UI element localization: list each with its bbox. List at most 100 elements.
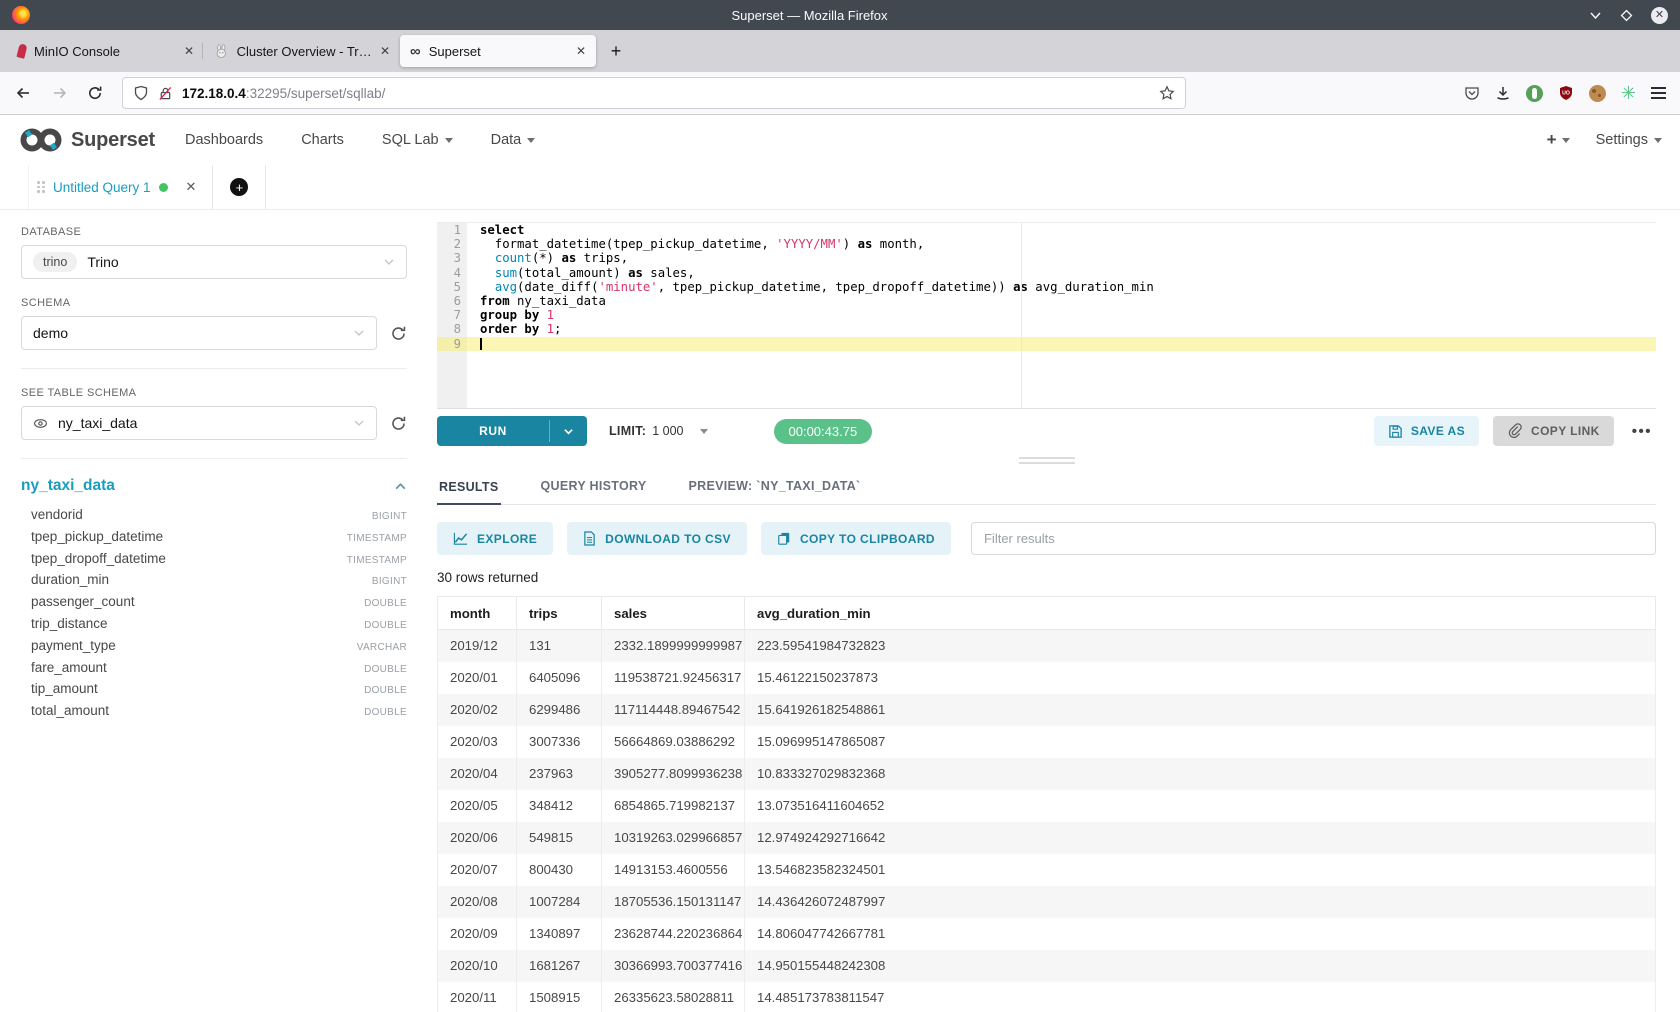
superset-logo[interactable]: Superset: [18, 126, 155, 154]
column-header-avg_duration_min[interactable]: avg_duration_min: [745, 597, 1656, 630]
table-row: 2020/09134089723628744.22023686414.80604…: [438, 918, 1656, 950]
column-type: VARCHAR: [357, 642, 407, 653]
browser-tab-minio[interactable]: MinIO Console ✕: [8, 35, 204, 67]
bookmark-star-icon[interactable]: [1159, 85, 1175, 101]
table-select[interactable]: ny_taxi_data: [21, 406, 377, 440]
nav-charts[interactable]: Charts: [301, 132, 344, 148]
column-row[interactable]: trip_distanceDOUBLE: [21, 616, 407, 638]
code-line[interactable]: avg(date_diff('minute', tpep_pickup_date…: [467, 280, 1656, 294]
copy-to-clipboard-button[interactable]: COPY TO CLIPBOARD: [761, 522, 951, 555]
extension-green-icon[interactable]: [1526, 85, 1543, 102]
column-row[interactable]: vendoridBIGINT: [21, 507, 407, 529]
menu-hamburger-icon[interactable]: [1651, 87, 1666, 99]
maximize-icon[interactable]: [1620, 9, 1633, 22]
explore-button[interactable]: EXPLORE: [437, 522, 553, 555]
url-host: 172.18.0.4: [182, 86, 246, 101]
query-tab[interactable]: Untitled Query 1 ✕: [28, 165, 213, 209]
copy-link-button[interactable]: COPY LINK: [1493, 416, 1614, 446]
url-text[interactable]: 172.18.0.4:32295/superset/sqllab/: [182, 86, 385, 101]
database-select[interactable]: trino Trino: [21, 245, 407, 279]
schema-select[interactable]: demo: [21, 316, 377, 350]
copy-link-label: COPY LINK: [1531, 424, 1600, 438]
column-row[interactable]: tpep_pickup_datetimeTIMESTAMP: [21, 529, 407, 551]
column-row[interactable]: tpep_dropoff_datetimeTIMESTAMP: [21, 551, 407, 573]
minimize-icon[interactable]: [1589, 9, 1602, 22]
code-line[interactable]: from ny_taxi_data: [467, 294, 1656, 308]
pane-resize-handle-icon[interactable]: [1019, 457, 1075, 464]
code-line[interactable]: count(*) as trips,: [467, 251, 1656, 265]
editor-code[interactable]: select format_datetime(tpep_pickup_datet…: [467, 223, 1656, 408]
line-number: 5: [437, 280, 467, 294]
tab-close-icon[interactable]: ✕: [576, 44, 586, 58]
column-row[interactable]: passenger_countDOUBLE: [21, 594, 407, 616]
table-schema-name[interactable]: ny_taxi_data: [21, 477, 115, 495]
browser-tab-superset[interactable]: ∞ Superset ✕: [400, 35, 596, 67]
refresh-schema-icon[interactable]: [390, 325, 407, 342]
column-row[interactable]: fare_amountDOUBLE: [21, 660, 407, 682]
tab-query-history[interactable]: QUERY HISTORY: [539, 479, 649, 504]
collapse-table-icon[interactable]: [394, 480, 407, 493]
column-name: trip_distance: [31, 616, 108, 631]
download-csv-button[interactable]: DOWNLOAD TO CSV: [567, 522, 747, 555]
reload-icon[interactable]: [82, 80, 108, 106]
tab-title: Superset: [429, 44, 481, 59]
text-cursor: [480, 338, 482, 350]
close-window-icon[interactable]: ✕: [1651, 7, 1668, 24]
url-bar[interactable]: 172.18.0.4:32295/superset/sqllab/: [122, 77, 1186, 109]
save-as-button[interactable]: SAVE AS: [1374, 416, 1479, 446]
column-row[interactable]: total_amountDOUBLE: [21, 703, 407, 725]
window-titlebar: Superset — Mozilla Firefox ✕: [0, 0, 1680, 30]
refresh-table-icon[interactable]: [390, 415, 407, 432]
column-header-month[interactable]: month: [438, 597, 517, 630]
table-cell: 18705536.150131147: [602, 886, 745, 918]
tab-close-icon[interactable]: ✕: [380, 44, 390, 58]
code-line[interactable]: [467, 337, 1656, 351]
file-icon: [583, 531, 596, 546]
filter-results-input[interactable]: [971, 522, 1656, 555]
new-tab-button[interactable]: +: [602, 37, 630, 65]
tab-results[interactable]: RESULTS: [437, 480, 501, 505]
code-line[interactable]: sum(total_amount) as sales,: [467, 266, 1656, 280]
forward-icon[interactable]: [46, 80, 72, 106]
nav-data[interactable]: Data: [491, 132, 536, 148]
code-line[interactable]: group by 1: [467, 308, 1656, 322]
column-header-trips[interactable]: trips: [517, 597, 602, 630]
downloads-icon[interactable]: [1495, 85, 1511, 101]
limit-dropdown[interactable]: LIMIT: 1 000: [609, 424, 708, 438]
browser-tab-trino[interactable]: Cluster Overview - Trino ✕: [204, 35, 400, 67]
run-button[interactable]: RUN: [437, 416, 587, 446]
back-icon[interactable]: [10, 80, 36, 106]
code-line[interactable]: select: [467, 223, 1656, 237]
settings-menu[interactable]: Settings: [1596, 132, 1662, 148]
more-options-icon[interactable]: •••: [1628, 423, 1656, 440]
sql-editor[interactable]: 123456789 select format_datetime(tpep_pi…: [437, 222, 1656, 409]
column-header-sales[interactable]: sales: [602, 597, 745, 630]
table-cell: 2020/02: [438, 694, 517, 726]
table-cell: 56664869.03886292: [602, 726, 745, 758]
tab-close-icon[interactable]: ✕: [184, 44, 194, 58]
add-new-button[interactable]: +: [1547, 130, 1570, 150]
close-query-tab-icon[interactable]: ✕: [186, 179, 197, 195]
drag-handle-icon[interactable]: [37, 181, 45, 193]
chevron-down-icon: [445, 138, 453, 143]
table-cell: 1508915: [517, 982, 602, 1012]
insecure-lock-icon[interactable]: [158, 86, 173, 101]
pocket-icon[interactable]: [1464, 85, 1480, 101]
column-row[interactable]: tip_amountDOUBLE: [21, 681, 407, 703]
column-name: passenger_count: [31, 594, 135, 609]
tracking-shield-icon[interactable]: [133, 85, 149, 101]
cookie-extension-icon[interactable]: [1589, 85, 1606, 102]
code-line[interactable]: order by 1;: [467, 322, 1656, 336]
extension-asterisk-icon[interactable]: ✳: [1621, 84, 1636, 102]
tab-preview-ny-taxi-data[interactable]: PREVIEW: `NY_TAXI_DATA`: [687, 479, 863, 504]
add-query-tab-button[interactable]: +: [230, 178, 248, 196]
code-line[interactable]: format_datetime(tpep_pickup_datetime, 'Y…: [467, 237, 1656, 251]
column-row[interactable]: duration_minBIGINT: [21, 572, 407, 594]
table-cell: 223.59541984732823: [745, 630, 1656, 662]
ublock-shield-icon[interactable]: UO: [1558, 85, 1574, 101]
run-options-chevron-icon[interactable]: [550, 416, 587, 446]
nav-dashboards[interactable]: Dashboards: [185, 132, 263, 148]
table-row: 2020/11150891526335623.5802881114.485173…: [438, 982, 1656, 1012]
column-row[interactable]: payment_typeVARCHAR: [21, 638, 407, 660]
nav-sql-lab[interactable]: SQL Lab: [382, 132, 453, 148]
